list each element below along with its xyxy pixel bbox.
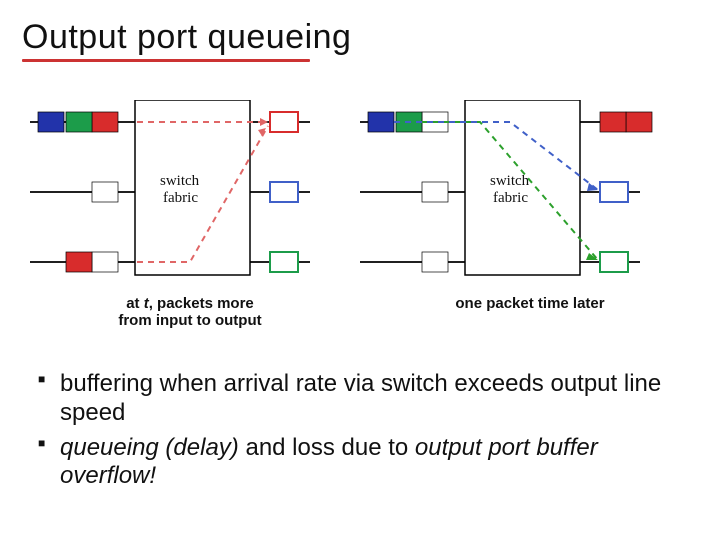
bullet-list: buffering when arrival rate via switch e… xyxy=(28,370,668,497)
left-switch-label-1: switch xyxy=(160,173,200,189)
left-switch-group: switch fabric xyxy=(30,100,310,275)
slide-root: Output port queueing switch fabric xyxy=(0,0,720,540)
queueing-diagram: switch fabric xyxy=(30,100,670,290)
right-switch-group: switch fabric xyxy=(360,100,652,275)
bullet-2: queueing (delay) and loss due to output … xyxy=(28,434,668,492)
bullet-1: buffering when arrival rate via switch e… xyxy=(28,370,668,428)
left-diagram-caption: at t, packets more from input to output xyxy=(90,295,290,330)
right-switch-label-1: switch xyxy=(490,173,530,189)
right-switch-label-2: fabric xyxy=(493,190,528,206)
title-underline xyxy=(22,59,310,62)
slide-title: Output port queueing xyxy=(22,18,714,57)
right-diagram-caption: one packet time later xyxy=(430,295,630,312)
